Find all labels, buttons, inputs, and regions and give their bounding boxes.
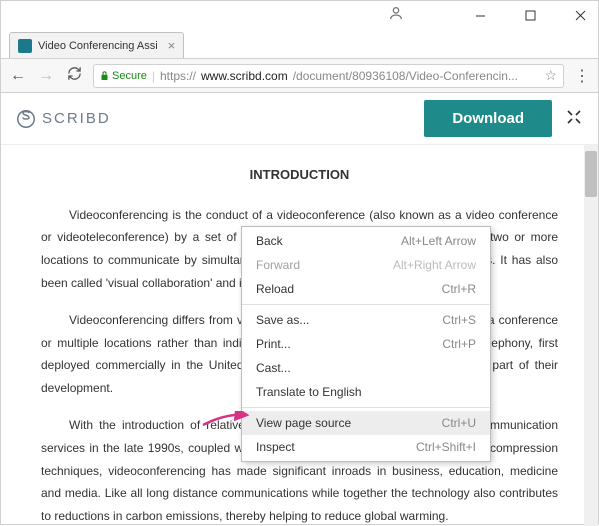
tab-close-icon[interactable]: × — [168, 38, 176, 53]
download-button[interactable]: Download — [424, 100, 552, 137]
context-menu-item[interactable]: View page source Ctrl+U — [242, 411, 490, 435]
context-menu: Back Alt+Left Arrow Forward Alt+Right Arrow… — [241, 226, 491, 462]
context-menu-item[interactable]: Save as... Ctrl+S — [242, 308, 490, 332]
url-input[interactable]: Secure | https://www.scribd.com/document… — [93, 64, 564, 88]
context-menu-label: Print... — [256, 337, 291, 351]
url-path: /document/80936108/Video-Conferencin... — [293, 69, 518, 83]
context-menu-separator — [242, 407, 490, 408]
scribd-logo[interactable]: SCRIBD — [17, 110, 111, 128]
context-menu-label: Inspect — [256, 440, 295, 454]
tab-title: Video Conferencing Assi — [38, 40, 158, 52]
site-header: SCRIBD Download — [1, 93, 598, 145]
secure-label: Secure — [112, 70, 147, 82]
context-menu-item[interactable]: Print... Ctrl+P — [242, 332, 490, 356]
context-menu-shortcut: Alt+Left Arrow — [401, 234, 476, 248]
context-menu-separator — [242, 304, 490, 305]
context-menu-shortcut: Alt+Right Arrow — [393, 258, 476, 272]
address-bar: ← → Secure | https://www.scribd.com/docu… — [1, 59, 598, 93]
tab-favicon — [18, 39, 32, 53]
context-menu-item[interactable]: Reload Ctrl+R — [242, 277, 490, 301]
maximize-button[interactable] — [516, 5, 544, 25]
scrollbar-track[interactable] — [584, 145, 598, 526]
window-titlebar — [1, 1, 598, 29]
person-icon[interactable] — [388, 5, 404, 26]
tab-bar: Video Conferencing Assi × — [1, 29, 598, 59]
context-menu-label: View page source — [256, 416, 351, 430]
context-menu-item[interactable]: Inspect Ctrl+Shift+I — [242, 435, 490, 459]
brand-text: SCRIBD — [42, 110, 111, 127]
context-menu-shortcut: Ctrl+P — [442, 337, 476, 351]
url-protocol: https:// — [160, 69, 196, 83]
context-menu-label: Forward — [256, 258, 300, 272]
context-menu-shortcut: Ctrl+R — [442, 282, 476, 296]
bookmark-star-icon[interactable]: ☆ — [544, 67, 557, 84]
secure-badge: Secure — [100, 70, 147, 82]
context-menu-label: Back — [256, 234, 283, 248]
chrome-menu-icon[interactable]: ⋮ — [574, 66, 590, 86]
context-menu-label: Reload — [256, 282, 294, 296]
context-menu-item: Forward Alt+Right Arrow — [242, 253, 490, 277]
forward-icon: → — [37, 67, 55, 85]
scribd-logo-icon — [17, 110, 35, 128]
fullscreen-icon[interactable] — [566, 109, 582, 128]
context-menu-shortcut: Ctrl+Shift+I — [416, 440, 476, 454]
context-menu-item[interactable]: Cast... — [242, 356, 490, 380]
minimize-button[interactable] — [466, 5, 494, 25]
browser-tab[interactable]: Video Conferencing Assi × — [9, 32, 184, 58]
close-button[interactable] — [566, 5, 594, 25]
scrollbar-thumb[interactable] — [585, 151, 597, 197]
context-menu-label: Cast... — [256, 361, 291, 375]
back-icon[interactable]: ← — [9, 67, 27, 85]
context-menu-item[interactable]: Back Alt+Left Arrow — [242, 229, 490, 253]
context-menu-shortcut: Ctrl+U — [442, 416, 476, 430]
context-menu-item[interactable]: Translate to English — [242, 380, 490, 404]
lock-icon — [100, 70, 109, 81]
annotation-arrow — [201, 411, 251, 427]
doc-heading: INTRODUCTION — [41, 163, 558, 188]
context-menu-label: Translate to English — [256, 385, 362, 399]
context-menu-shortcut: Ctrl+S — [442, 313, 476, 327]
reload-icon[interactable] — [65, 66, 83, 86]
url-host: www.scribd.com — [201, 69, 288, 83]
context-menu-label: Save as... — [256, 313, 309, 327]
